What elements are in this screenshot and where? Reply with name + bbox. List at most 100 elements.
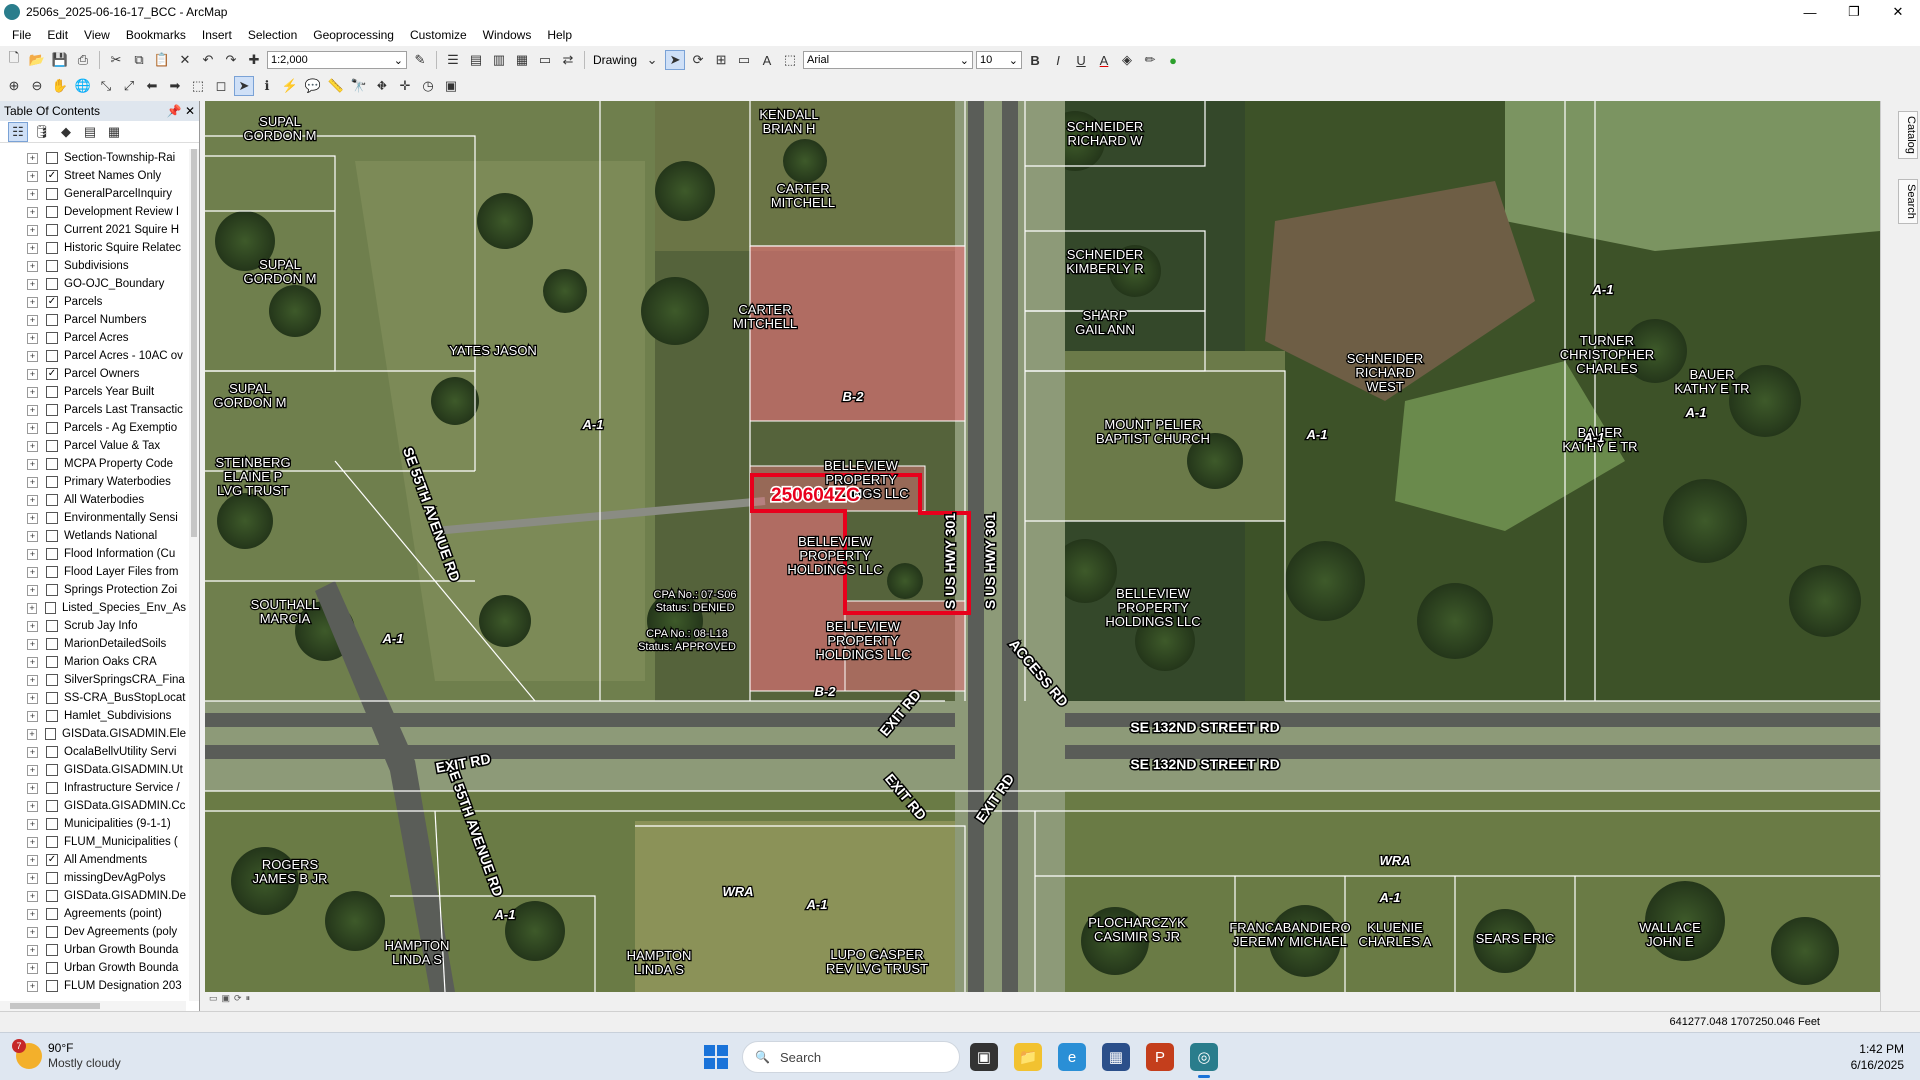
layer-row[interactable]: + ✓ Street Names Only (0, 167, 186, 185)
layer-visibility-checkbox[interactable] (46, 422, 58, 434)
expand-toggle-icon[interactable]: + (27, 476, 38, 488)
rotate-icon[interactable]: ⟳ (688, 50, 708, 70)
layer-row[interactable]: + Wetlands National (0, 527, 186, 545)
layer-visibility-checkbox[interactable]: ✓ (46, 854, 58, 866)
forward-extent-icon[interactable]: ➡ (165, 76, 185, 96)
layer-visibility-checkbox[interactable] (46, 710, 58, 722)
expand-toggle-icon[interactable]: + (27, 386, 38, 398)
layer-visibility-checkbox[interactable] (46, 206, 58, 218)
catalog-tab[interactable]: Catalog (1898, 111, 1918, 159)
layer-visibility-checkbox[interactable] (46, 818, 58, 830)
expand-toggle-icon[interactable]: + (27, 566, 38, 578)
expand-toggle-icon[interactable]: + (27, 440, 38, 452)
expand-toggle-icon[interactable]: + (27, 278, 38, 290)
save-icon[interactable]: 💾 (50, 50, 70, 70)
expand-toggle-icon[interactable]: + (27, 242, 38, 254)
layer-row[interactable]: + Parcels - Ag Exemptio (0, 419, 186, 437)
layer-row[interactable]: + Environmentally Sensi (0, 509, 186, 527)
expand-toggle-icon[interactable]: + (27, 548, 38, 560)
scrollbar-thumb[interactable] (191, 149, 197, 537)
layer-visibility-checkbox[interactable]: ✓ (46, 296, 58, 308)
menu-edit[interactable]: Edit (39, 24, 76, 46)
layer-visibility-checkbox[interactable] (45, 602, 56, 614)
expand-toggle-icon[interactable]: + (27, 872, 38, 884)
select-features-icon[interactable]: ⬚ (188, 76, 208, 96)
layer-visibility-checkbox[interactable] (46, 476, 58, 488)
paste-icon[interactable]: 📋 (152, 50, 172, 70)
layer-row[interactable]: + Parcel Acres (0, 329, 186, 347)
line-color-icon[interactable]: ✏ (1140, 50, 1160, 70)
pan-icon[interactable]: ✋ (50, 76, 70, 96)
layer-row[interactable]: + Current 2021 Squire H (0, 221, 186, 239)
expand-toggle-icon[interactable]: + (27, 656, 38, 668)
layer-visibility-checkbox[interactable] (46, 494, 58, 506)
redo-icon[interactable]: ↷ (221, 50, 241, 70)
cut-icon[interactable]: ✂ (106, 50, 126, 70)
list-by-source-icon[interactable]: 🛢 (32, 122, 52, 142)
menu-selection[interactable]: Selection (240, 24, 305, 46)
expand-toggle-icon[interactable]: + (27, 746, 38, 758)
html-popup-icon[interactable]: 💬 (303, 76, 323, 96)
expand-toggle-icon[interactable]: + (27, 206, 38, 218)
store-icon[interactable]: ▦ (1102, 1043, 1130, 1071)
layer-row[interactable]: + Parcels Year Built (0, 383, 186, 401)
edge-browser-icon[interactable]: e (1058, 1043, 1086, 1071)
expand-toggle-icon[interactable]: + (27, 836, 38, 848)
menu-insert[interactable]: Insert (194, 24, 240, 46)
windows-start-icon[interactable] (704, 1045, 728, 1069)
layer-row[interactable]: + Hamlet_Subdivisions (0, 707, 186, 725)
layer-visibility-checkbox[interactable] (46, 152, 58, 164)
layer-row[interactable]: + All Waterbodies (0, 491, 186, 509)
scrollbar-thumb[interactable] (10, 1003, 100, 1009)
text-icon[interactable]: A (757, 50, 777, 70)
menu-windows[interactable]: Windows (475, 24, 540, 46)
map-view[interactable]: S US HWY 301 S US HWY 301 SE 55TH AVENUE R… (205, 101, 1880, 992)
layer-row[interactable]: + Primary Waterbodies (0, 473, 186, 491)
copy-icon[interactable]: ⧉ (129, 50, 149, 70)
menu-geoprocessing[interactable]: Geoprocessing (305, 24, 402, 46)
measure-icon[interactable]: 📏 (326, 76, 346, 96)
expand-toggle-icon[interactable]: + (27, 224, 38, 236)
layer-visibility-checkbox[interactable] (46, 584, 58, 596)
layer-row[interactable]: + MarionDetailedSoils (0, 635, 186, 653)
minimize-button[interactable]: — (1788, 0, 1832, 24)
table-of-contents-icon[interactable]: ☰ (443, 50, 463, 70)
toc-horizontal-scrollbar[interactable] (0, 1001, 186, 1011)
font-color-button[interactable]: A (1094, 50, 1114, 70)
layer-visibility-checkbox[interactable] (46, 188, 58, 200)
layer-row[interactable]: + Municipalities (9-1-1) (0, 815, 186, 833)
layer-visibility-checkbox[interactable] (46, 512, 58, 524)
maximize-button[interactable]: ❐ (1832, 0, 1876, 24)
arcmap-taskbar-icon[interactable]: ◎ (1190, 1043, 1218, 1071)
layer-row[interactable]: + GISData.GISADMIN.Cc (0, 797, 186, 815)
layer-visibility-checkbox[interactable] (46, 980, 58, 992)
expand-toggle-icon[interactable]: + (27, 926, 38, 938)
layer-visibility-checkbox[interactable] (46, 620, 58, 632)
expand-toggle-icon[interactable]: + (27, 350, 38, 362)
pause-drawing-icon[interactable]: ⏸ (246, 993, 251, 1004)
bold-button[interactable]: B (1025, 50, 1045, 70)
drawing-menu[interactable]: Drawing (591, 53, 639, 67)
layer-visibility-checkbox[interactable] (46, 908, 58, 920)
layer-row[interactable]: + ✓ Parcel Owners (0, 365, 186, 383)
layer-row[interactable]: + GISData.GISADMIN.Ele (0, 725, 186, 743)
expand-toggle-icon[interactable]: + (27, 584, 38, 596)
layer-visibility-checkbox[interactable] (46, 746, 58, 758)
full-extent-icon[interactable]: 🌐 (73, 76, 93, 96)
layer-row[interactable]: + Development Review I (0, 203, 186, 221)
layer-visibility-checkbox[interactable]: ✓ (46, 170, 58, 182)
close-button[interactable]: ✕ (1876, 0, 1920, 24)
new-document-icon[interactable]: 🗋 (4, 50, 24, 70)
layer-row[interactable]: + Parcel Value & Tax (0, 437, 186, 455)
expand-toggle-icon[interactable]: + (27, 908, 38, 920)
select-element-icon[interactable]: ➤ (234, 76, 254, 96)
layer-row[interactable]: + Listed_Species_Env_As (0, 599, 186, 617)
task-view-icon[interactable]: ▣ (970, 1043, 998, 1071)
layer-visibility-checkbox[interactable] (46, 566, 58, 578)
find-icon[interactable]: 🔭 (349, 76, 369, 96)
layer-visibility-checkbox[interactable] (46, 530, 58, 542)
go-to-xy-icon[interactable]: ✛ (395, 76, 415, 96)
expand-toggle-icon[interactable]: + (27, 188, 38, 200)
layer-visibility-checkbox[interactable] (46, 458, 58, 470)
layer-visibility-checkbox[interactable] (46, 926, 58, 938)
